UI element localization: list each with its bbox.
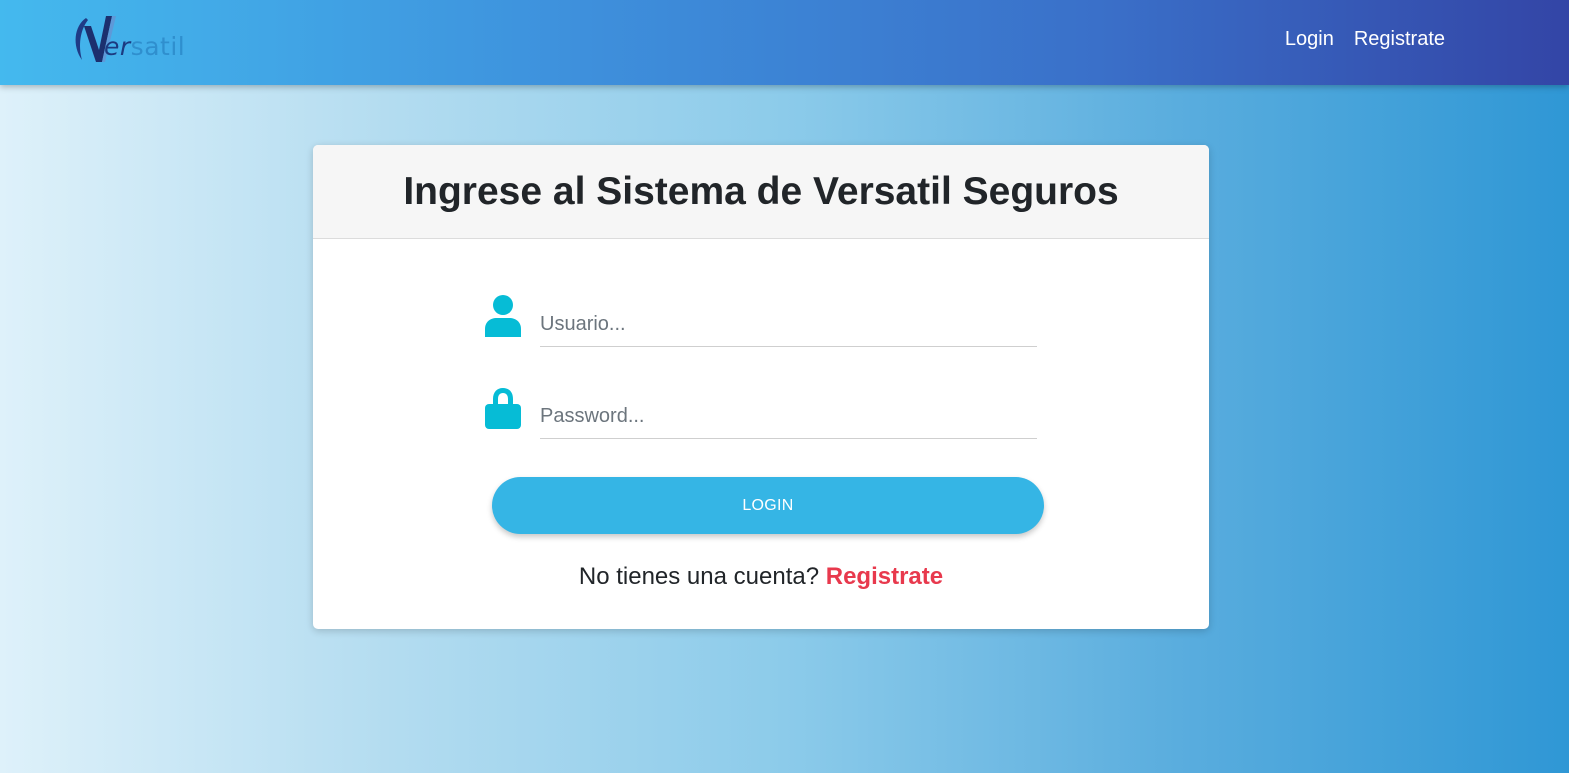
- card-header: Ingrese al Sistema de Versatil Seguros: [313, 145, 1209, 239]
- login-button[interactable]: LOGIN: [492, 477, 1044, 534]
- no-account-text: No tienes una cuenta?: [578, 563, 820, 590]
- top-navbar: ersatil Login Registrate: [0, 0, 1569, 85]
- password-input[interactable]: [540, 395, 1037, 439]
- login-card: Ingrese al Sistema de Versatil Seguros L…: [313, 145, 1209, 629]
- username-field-group: [485, 287, 1037, 347]
- lock-icon: [485, 388, 521, 429]
- nav-links: Login Registrate: [1285, 28, 1445, 51]
- nav-login-link[interactable]: Login: [1285, 28, 1334, 51]
- password-field-group: [485, 379, 1037, 439]
- register-link[interactable]: Registrate: [826, 563, 943, 590]
- page-title: Ingrese al Sistema de Versatil Seguros: [403, 169, 1119, 213]
- username-input[interactable]: [540, 303, 1037, 347]
- logo-wordmark: ersatil: [104, 32, 186, 61]
- user-icon: [485, 295, 521, 337]
- versatil-logo[interactable]: ersatil: [72, 12, 202, 68]
- register-prompt: No tienes una cuenta? Registrate: [313, 563, 1209, 591]
- nav-register-link[interactable]: Registrate: [1354, 28, 1445, 51]
